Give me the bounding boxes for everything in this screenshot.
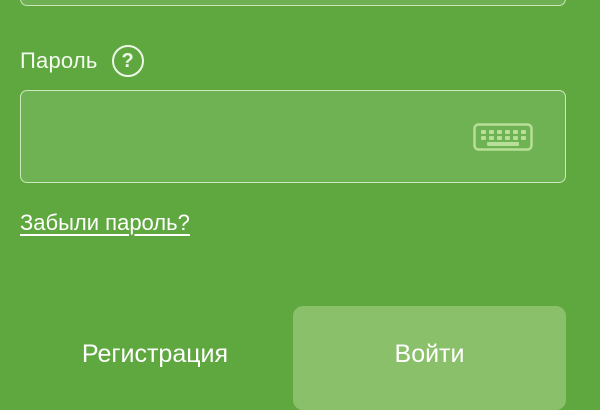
keyboard-icon[interactable] bbox=[473, 123, 533, 151]
login-button-label: Войти bbox=[394, 339, 465, 368]
password-label: Пароль bbox=[20, 48, 98, 73]
question-circle-icon[interactable]: ? bbox=[111, 45, 144, 77]
login-button[interactable]: Войти bbox=[293, 306, 566, 410]
password-input[interactable] bbox=[37, 91, 471, 184]
previous-input-field-edge[interactable] bbox=[20, 0, 566, 6]
password-field[interactable] bbox=[20, 90, 566, 184]
forgot-password-link[interactable]: Забыли пароль? bbox=[20, 210, 190, 236]
password-label-row: Пароль ? bbox=[20, 44, 144, 78]
register-button[interactable]: Регистрация bbox=[20, 306, 290, 402]
